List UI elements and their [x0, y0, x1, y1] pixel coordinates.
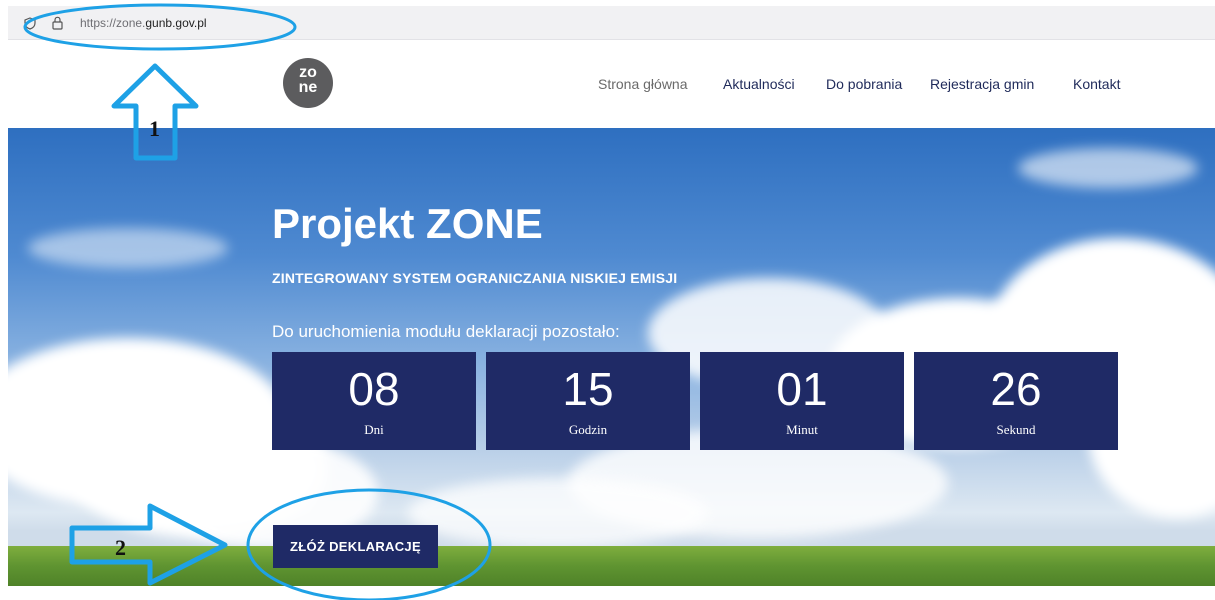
- nav-item-municipality-registration[interactable]: Rejestracja gmin: [930, 76, 1034, 92]
- countdown-label: Do uruchomienia modułu deklaracji pozost…: [272, 322, 620, 341]
- browser-address-bar[interactable]: https://zone.gunb.gov.pl: [8, 6, 1215, 40]
- shield-icon: [24, 17, 36, 35]
- grass-field: [8, 546, 1215, 586]
- logo-line-1: zo: [299, 64, 317, 81]
- url-domain: gunb.gov.pl: [145, 16, 207, 30]
- nav-item-contact[interactable]: Kontakt: [1073, 76, 1120, 92]
- logo-line-2: ne: [298, 79, 318, 96]
- countdown-minutes-unit: Minut: [786, 422, 818, 437]
- lock-icon: [52, 16, 63, 35]
- nav-item-home[interactable]: Strona główna: [598, 76, 688, 92]
- countdown-hours: 15 Godzin: [486, 352, 690, 450]
- hero-section: Projekt ZONE ZINTEGROWANY SYSTEM OGRANIC…: [8, 128, 1215, 586]
- zone-logo[interactable]: zo ne: [283, 58, 333, 108]
- annotation-number-1: 1: [149, 116, 160, 141]
- hero-title: Projekt ZONE: [272, 200, 543, 247]
- annotation-number-2: 2: [115, 535, 126, 560]
- nav-item-downloads[interactable]: Do pobrania: [826, 76, 902, 92]
- countdown-minutes-value: 01: [776, 363, 828, 415]
- countdown-seconds-unit: Sekund: [996, 422, 1036, 437]
- url-prefix: https://zone.: [80, 16, 146, 30]
- countdown-seconds-value: 26: [990, 363, 1042, 415]
- submit-declaration-button[interactable]: ZŁÓŻ DEKLARACJĘ: [273, 525, 438, 568]
- cloud-shape: [408, 478, 708, 548]
- nav-item-news[interactable]: Aktualności: [723, 76, 795, 92]
- hero-subtitle: ZINTEGROWANY SYSTEM OGRANICZANIA NISKIEJ…: [272, 270, 678, 286]
- logo-text: zo ne: [283, 64, 333, 96]
- countdown-hours-value: 15: [562, 363, 614, 415]
- url-text[interactable]: https://zone.gunb.gov.pl: [80, 16, 207, 30]
- countdown-hours-unit: Godzin: [568, 422, 608, 437]
- countdown-minutes: 01 Minut: [700, 352, 904, 450]
- countdown-days-unit: Dni: [364, 422, 384, 437]
- cloud-shape: [28, 228, 228, 268]
- cloud-shape: [1018, 148, 1198, 188]
- countdown-days: 08 Dni: [272, 352, 476, 450]
- countdown-seconds: 26 Sekund: [914, 352, 1118, 450]
- site-header: zo ne Strona główna Aktualności Do pobra…: [8, 40, 1215, 128]
- countdown-days-value: 08: [348, 363, 400, 415]
